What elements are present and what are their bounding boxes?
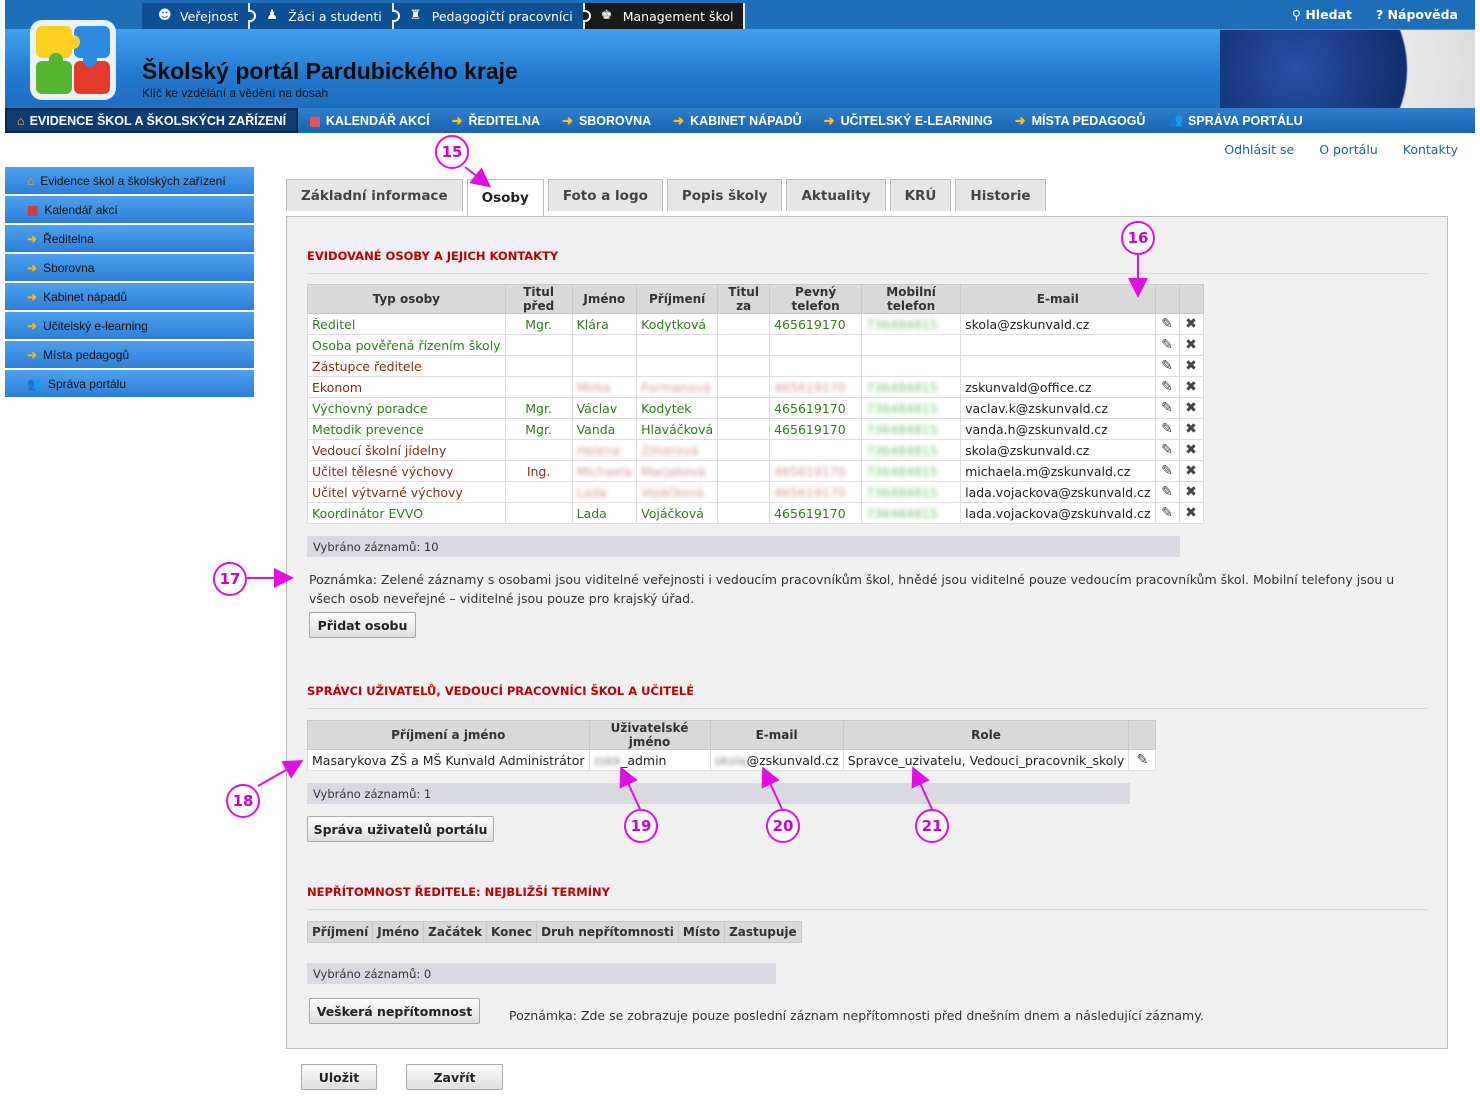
- callout-20: 20: [766, 809, 800, 843]
- callout-18: 18: [226, 784, 260, 818]
- callout-21: 21: [915, 809, 949, 843]
- callout-19: 19: [624, 809, 658, 843]
- callout-17: 17: [213, 562, 247, 596]
- callout-16: 16: [1121, 221, 1155, 255]
- callout-15: 15: [435, 135, 469, 169]
- callout-arrows: [247, 166, 1148, 810]
